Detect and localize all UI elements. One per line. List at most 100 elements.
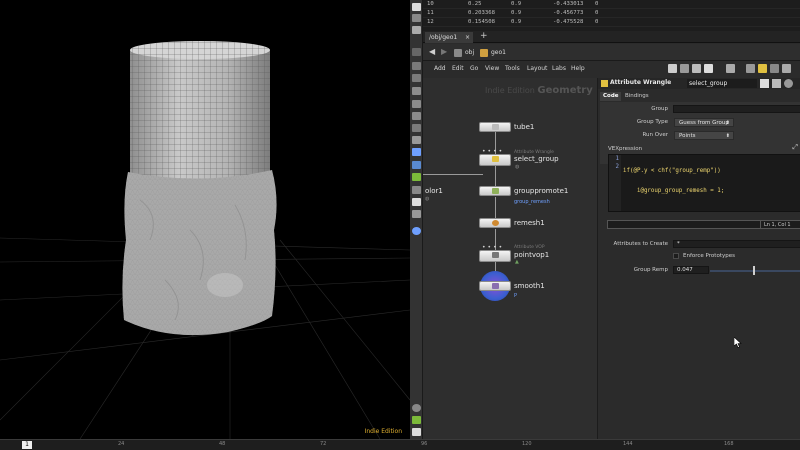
handle-icon[interactable] <box>412 198 421 206</box>
display-geo-icon[interactable] <box>412 161 421 169</box>
group-type-dropdown[interactable]: Guess from Group ⬍ <box>674 118 734 127</box>
node-pointvop1[interactable] <box>479 250 511 262</box>
geo-node-icon <box>480 48 488 57</box>
network-toolbar <box>668 63 800 75</box>
attributes-to-create-field[interactable]: * <box>673 240 800 248</box>
node-label: tube1 <box>514 123 535 131</box>
path-segment-obj[interactable]: obj <box>454 46 474 59</box>
settings-icon[interactable] <box>412 428 421 436</box>
node-label-offscreen[interactable]: olor1 <box>425 187 443 195</box>
group-promote-icon <box>492 188 499 194</box>
group-field[interactable] <box>673 105 800 113</box>
node-label: grouppromote1 <box>514 187 569 195</box>
layout-icon[interactable] <box>692 64 701 73</box>
lasso-icon[interactable] <box>412 186 421 194</box>
paint-icon[interactable] <box>412 100 421 108</box>
tab-code[interactable]: Code <box>600 92 622 101</box>
light-icon[interactable] <box>412 227 421 235</box>
node-grouppromote1[interactable] <box>479 186 511 196</box>
node-select-group[interactable] <box>479 154 511 166</box>
node-flag: P <box>514 293 518 299</box>
stamp-icon[interactable] <box>412 87 421 95</box>
help-book-icon[interactable] <box>772 79 781 88</box>
run-over-label: Run Over <box>642 132 668 138</box>
wrangle-type-icon <box>601 80 608 87</box>
close-icon[interactable]: × <box>465 32 470 43</box>
network-watermark: Indie Edition Geometry <box>485 85 593 96</box>
node-flag: ▲ <box>515 259 519 265</box>
image-icon[interactable] <box>746 64 755 73</box>
pencil-icon[interactable] <box>412 74 421 82</box>
parameter-editor: Attribute Wrangle select_group Code Bind… <box>597 78 800 439</box>
expand-icon[interactable]: ⤢ <box>792 143 798 152</box>
node-remesh1[interactable] <box>479 218 511 228</box>
enforce-prototypes-label: Enforce Prototypes <box>683 253 735 259</box>
lock-icon[interactable] <box>770 64 779 73</box>
wrench-icon[interactable] <box>668 64 677 73</box>
menu-go[interactable]: Go <box>470 65 478 72</box>
node-tube1[interactable] <box>479 122 511 132</box>
info-icon[interactable] <box>412 404 421 412</box>
menu-edit[interactable]: Edit <box>452 65 464 72</box>
node-name-field[interactable]: select_group <box>687 79 757 88</box>
snap-icon[interactable] <box>412 136 421 144</box>
help-icon[interactable] <box>782 64 791 73</box>
view-tool-icon[interactable] <box>412 26 421 34</box>
menu-layout[interactable]: Layout <box>527 65 547 72</box>
menu-add[interactable]: Add <box>434 65 446 72</box>
group-remp-field[interactable]: 0.047 <box>673 266 709 274</box>
layout-grid-icon[interactable] <box>412 416 421 424</box>
gear-icon[interactable] <box>760 79 769 88</box>
search-icon[interactable] <box>784 79 793 88</box>
node-wire <box>495 197 496 218</box>
forward-arrow-icon[interactable]: ▶ <box>441 48 447 56</box>
current-frame-field[interactable]: 1 <box>22 441 32 449</box>
select-tool-icon[interactable] <box>412 3 421 11</box>
timeline-tick: 96 <box>421 441 428 447</box>
vex-code-editor[interactable]: 1 2 if(@P.y < chf("group_remp")) i@group… <box>608 154 800 212</box>
tab-obj-geo1[interactable]: /obj/geo1 × <box>425 32 473 43</box>
run-over-dropdown[interactable]: Points ⬍ <box>674 131 734 140</box>
render-icon[interactable] <box>412 173 421 181</box>
dropdown-caret-icon: ⬍ <box>725 133 730 139</box>
node-label: select_group <box>514 155 559 163</box>
group-remp-slider-handle[interactable] <box>752 266 755 275</box>
path-segment-geo1[interactable]: geo1 <box>480 46 506 59</box>
camera-icon[interactable] <box>412 210 421 218</box>
grid-snap-icon[interactable] <box>680 64 689 73</box>
grid-icon[interactable] <box>412 148 421 156</box>
magnet-icon[interactable] <box>412 112 421 120</box>
group-remp-label: Group Remp <box>633 267 668 273</box>
back-arrow-icon[interactable]: ◀ <box>429 48 435 56</box>
tab-bindings[interactable]: Bindings <box>622 92 652 101</box>
network-path-bar: ◀ ▶ obj geo1 <box>423 44 800 61</box>
node-smooth1[interactable] <box>479 281 511 291</box>
menu-view[interactable]: View <box>485 65 499 72</box>
group-remp-slider-track[interactable] <box>710 270 800 272</box>
node-flag: ◍ <box>425 196 430 202</box>
menu-labs[interactable]: Labs <box>552 65 566 72</box>
network-editor[interactable]: Indie Edition Geometry tube1 •••• Attrib… <box>423 78 597 439</box>
node-subtitle: Attribute VOP <box>514 245 545 250</box>
table-row: 11 0.203368 0.9 -0.456773 0 <box>423 9 800 18</box>
line-number-gutter: 1 2 <box>609 155 621 211</box>
obj-context-icon <box>454 48 462 57</box>
pane-tab-bar: /obj/geo1 × + <box>423 31 800 43</box>
table-icon[interactable] <box>726 64 735 73</box>
scene-viewport[interactable]: Indie Edition <box>0 0 410 439</box>
pin-icon[interactable] <box>412 48 421 56</box>
brush-icon[interactable] <box>412 62 421 70</box>
tube-icon <box>492 124 499 130</box>
display-options-icon[interactable] <box>412 14 421 22</box>
menu-tools[interactable]: Tools <box>505 65 520 72</box>
bookmark-icon[interactable] <box>758 64 767 73</box>
menu-help[interactable]: Help <box>571 65 585 72</box>
add-tab-button[interactable]: + <box>480 31 488 42</box>
node-label: smooth1 <box>514 282 545 290</box>
dropdown-caret-icon: ⬍ <box>725 120 730 126</box>
sticky-icon[interactable] <box>704 64 713 73</box>
measure-icon[interactable] <box>412 124 421 132</box>
attributes-to-create-label: Attributes to Create <box>613 241 668 247</box>
enforce-prototypes-checkbox[interactable] <box>673 253 679 259</box>
timeline-bar[interactable]: 1 24 48 72 96 120 144 168 <box>0 439 800 450</box>
